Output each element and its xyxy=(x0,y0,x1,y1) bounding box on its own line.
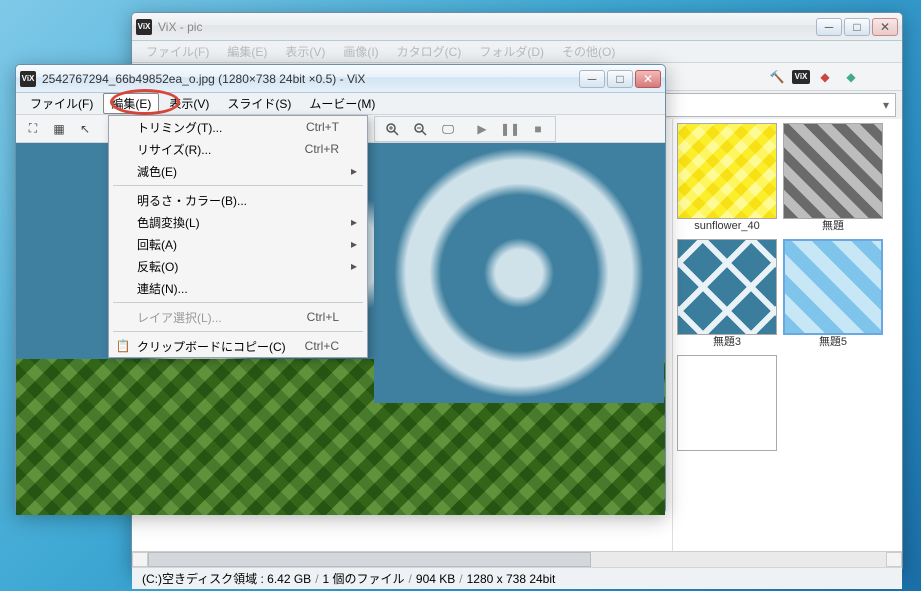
viewer-titlebar[interactable]: ViX 2542767294_66b49852ea_o.jpg (1280×73… xyxy=(16,65,665,93)
dropdown-label: 回転(A) xyxy=(137,236,177,253)
thumb-label: 無題5 xyxy=(783,335,883,349)
dropdown-label: 反転(O) xyxy=(137,258,178,275)
dropdown-label: 明るさ・カラー(B)... xyxy=(137,192,247,209)
copy-icon: 📋 xyxy=(115,338,131,354)
dropdown-item[interactable]: トリミング(T)... Ctrl+T xyxy=(109,116,367,138)
maximize-button[interactable]: □ xyxy=(607,70,633,88)
menu-item[interactable]: ファイル(F) xyxy=(22,93,101,114)
dropdown-label: 連結(N)... xyxy=(137,280,188,297)
fit-icon[interactable]: ⛶ xyxy=(22,118,44,140)
dropdown-label: リサイズ(R)... xyxy=(137,141,211,158)
zoom-out-icon[interactable] xyxy=(409,118,431,140)
menu-item[interactable]: その他(O) xyxy=(554,41,623,62)
thumbnail[interactable]: 無題5 xyxy=(783,239,883,349)
dropdown-label: 減色(E) xyxy=(137,163,177,180)
main-menubar[interactable]: ファイル(F)編集(E)表示(V)画像(I)カタログ(C)フォルダ(D)その他(… xyxy=(132,41,902,63)
thumb-image xyxy=(678,124,776,218)
menu-item[interactable]: フォルダ(D) xyxy=(471,41,552,62)
dropdown-label: クリップボードにコピー(C) xyxy=(137,338,286,355)
shortcut-label: Ctrl+T xyxy=(306,120,339,134)
zoom-in-icon[interactable] xyxy=(381,118,403,140)
viewer-zoom-toolbar: 🖵 ▶ ❚❚ ■ xyxy=(374,116,556,142)
menu-item[interactable]: ムービー(M) xyxy=(301,93,383,114)
submenu-arrow-icon: ▸ xyxy=(351,164,357,178)
close-button[interactable]: ✕ xyxy=(635,70,661,88)
dropdown-item[interactable]: 明るさ・カラー(B)... xyxy=(109,189,367,211)
dropdown-item[interactable]: 📋 クリップボードにコピー(C) Ctrl+C xyxy=(109,335,367,357)
thumb-image xyxy=(784,124,882,218)
submenu-arrow-icon: ▸ xyxy=(351,237,357,251)
preview-patch xyxy=(374,143,664,403)
pause-icon[interactable]: ❚❚ xyxy=(499,118,521,140)
menu-item[interactable]: 表示(V) xyxy=(277,41,333,62)
thumbnail[interactable]: sunflower_40 xyxy=(677,123,777,233)
dropdown-item[interactable]: 回転(A) ▸ xyxy=(109,233,367,255)
thumbnail[interactable]: 無題3 xyxy=(677,239,777,349)
scroll-thumb[interactable] xyxy=(148,552,591,567)
minimize-button[interactable]: ─ xyxy=(579,70,605,88)
dropdown-item[interactable]: リサイズ(R)... Ctrl+R xyxy=(109,138,367,160)
stop-icon[interactable]: ■ xyxy=(527,118,549,140)
shortcut-label: Ctrl+L xyxy=(307,310,339,324)
status-segment: 1280 x 738 24bit xyxy=(467,572,556,586)
scroll-left-button[interactable] xyxy=(132,552,148,567)
thumb-image xyxy=(785,241,881,333)
status-segment: (C:)空きディスク領域 : 6.42 GB xyxy=(142,570,311,587)
thumb-label: 無題 xyxy=(783,219,883,233)
dropdown-item: レイア選択(L)... Ctrl+L xyxy=(109,306,367,328)
menu-item[interactable]: カタログ(C) xyxy=(389,41,470,62)
thumbnail-panel: sunflower_40 無題無題3 無題5 xyxy=(672,119,902,551)
dropdown-label: レイア選択(L)... xyxy=(137,309,222,326)
scroll-right-button[interactable] xyxy=(886,552,902,567)
vix-icon[interactable]: ViX xyxy=(792,70,810,84)
chevron-down-icon[interactable]: ▾ xyxy=(883,98,889,112)
book-green-icon[interactable]: ◆ xyxy=(840,66,862,88)
menu-item[interactable]: 画像(I) xyxy=(335,41,386,62)
dropdown-item[interactable]: 減色(E) ▸ xyxy=(109,160,367,182)
menu-item[interactable]: 編集(E) xyxy=(103,93,159,114)
viewer-title: 2542767294_66b49852ea_o.jpg (1280×738 24… xyxy=(42,72,579,86)
maximize-button[interactable]: □ xyxy=(844,18,870,36)
app-icon: ViX xyxy=(136,19,152,35)
pointer-icon[interactable]: ↖ xyxy=(74,118,96,140)
thumb-image xyxy=(678,240,776,334)
submenu-arrow-icon: ▸ xyxy=(351,259,357,273)
shortcut-label: Ctrl+R xyxy=(305,142,339,156)
grid-icon[interactable]: ▦ xyxy=(48,118,70,140)
dropdown-item[interactable]: 反転(O) ▸ xyxy=(109,255,367,277)
dropdown-item[interactable]: 色調変換(L) ▸ xyxy=(109,211,367,233)
shortcut-label: Ctrl+C xyxy=(305,339,339,353)
status-segment: 1 個のファイル xyxy=(323,570,405,587)
main-title: ViX - pic xyxy=(158,20,816,34)
menu-item[interactable]: スライド(S) xyxy=(219,93,299,114)
status-segment: 904 KB xyxy=(416,572,455,586)
horizontal-scrollbar[interactable] xyxy=(132,551,902,567)
app-icon: ViX xyxy=(20,71,36,87)
play-icon[interactable]: ▶ xyxy=(471,118,493,140)
close-button[interactable]: ✕ xyxy=(872,18,898,36)
edit-dropdown[interactable]: トリミング(T)... Ctrl+T リサイズ(R)... Ctrl+R 減色(E) ▸ 明… xyxy=(108,115,368,358)
minimize-button[interactable]: ─ xyxy=(816,18,842,36)
dropdown-label: トリミング(T)... xyxy=(137,119,222,136)
hammer-icon[interactable]: 🔨 xyxy=(766,66,788,88)
menu-item[interactable]: 編集(E) xyxy=(219,41,275,62)
book-red-icon[interactable]: ◆ xyxy=(814,66,836,88)
dropdown-label: 色調変換(L) xyxy=(137,214,200,231)
menu-item[interactable]: ファイル(F) xyxy=(138,41,217,62)
status-bar: (C:)空きディスク領域 : 6.42 GB / 1 個のファイル / 904 … xyxy=(132,567,902,589)
viewer-window: ViX 2542767294_66b49852ea_o.jpg (1280×73… xyxy=(15,64,666,514)
main-titlebar[interactable]: ViX ViX - pic ─ □ ✕ xyxy=(132,13,902,41)
dropdown-item[interactable]: 連結(N)... xyxy=(109,277,367,299)
menu-item[interactable]: 表示(V) xyxy=(161,93,217,114)
thumb-label: sunflower_40 xyxy=(677,219,777,233)
submenu-arrow-icon: ▸ xyxy=(351,215,357,229)
screen-icon[interactable]: 🖵 xyxy=(437,118,459,140)
thumb-label: 無題3 xyxy=(677,335,777,349)
viewer-menubar[interactable]: ファイル(F)編集(E)表示(V)スライド(S)ムービー(M) xyxy=(16,93,665,115)
thumbnail[interactable]: 無題 xyxy=(783,123,883,233)
